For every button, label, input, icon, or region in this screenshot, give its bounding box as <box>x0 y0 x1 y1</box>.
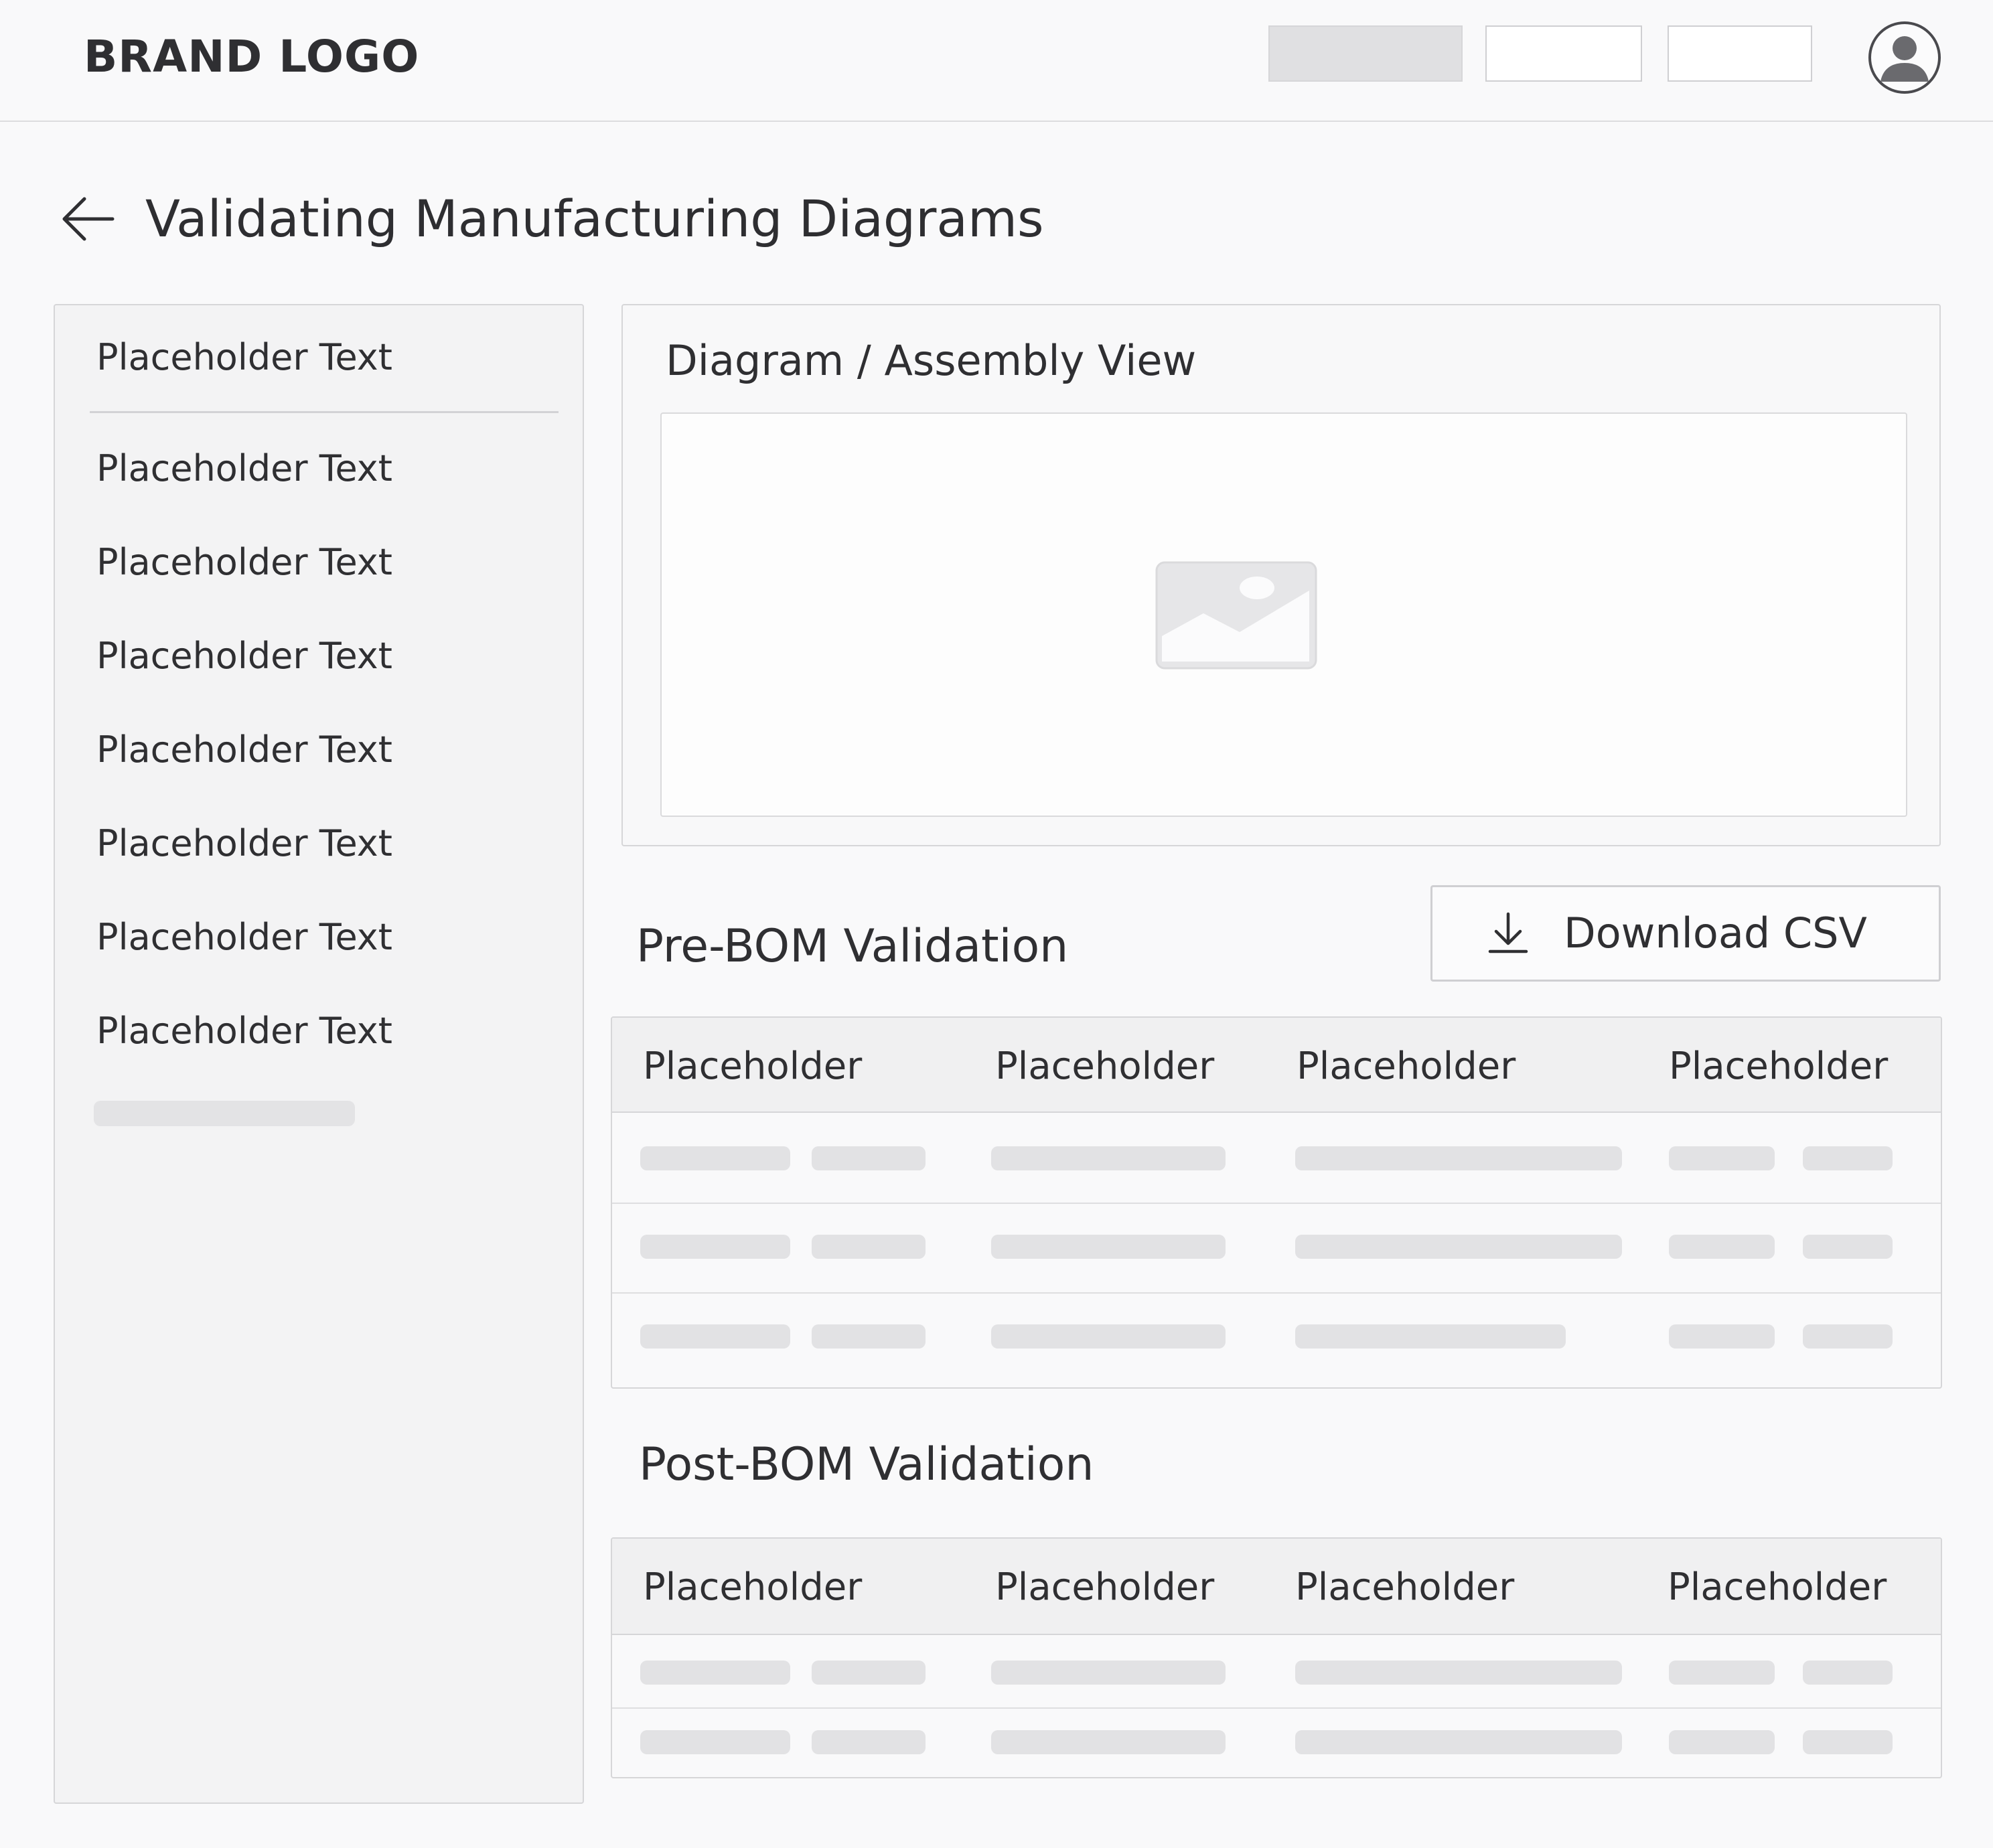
column-header-4[interactable]: Placeholder <box>1669 1045 1888 1088</box>
sidebar-divider <box>90 411 559 413</box>
user-avatar-icon[interactable] <box>1868 21 1941 94</box>
table-row[interactable] <box>612 1635 1941 1709</box>
sidebar-item-6[interactable]: Placeholder Text <box>96 822 392 864</box>
cell-skeleton <box>991 1324 1226 1349</box>
post-bom-title: Post-BOM Validation <box>639 1438 1094 1491</box>
brand-logo[interactable]: BRAND LOGO <box>84 31 419 82</box>
cell-skeleton <box>640 1235 790 1259</box>
diagram-panel: Diagram / Assembly View <box>621 304 1941 846</box>
cell-skeleton <box>991 1730 1226 1754</box>
cell-skeleton <box>1803 1324 1893 1349</box>
table-row[interactable] <box>612 1113 1941 1204</box>
cell-skeleton <box>991 1235 1226 1259</box>
cell-skeleton <box>640 1146 790 1170</box>
table-row[interactable] <box>612 1294 1941 1387</box>
table-header: Placeholder Placeholder Placeholder Plac… <box>612 1018 1941 1113</box>
cell-skeleton <box>1803 1235 1893 1259</box>
sidebar-item-3[interactable]: Placeholder Text <box>96 541 392 583</box>
column-header-1[interactable]: Placeholder <box>643 1045 862 1088</box>
cell-skeleton <box>1295 1324 1566 1349</box>
diagram-canvas[interactable] <box>660 412 1907 817</box>
column-header-3[interactable]: Placeholder <box>1297 1045 1516 1088</box>
top-bar: BRAND LOGO <box>0 0 1993 122</box>
column-header-1[interactable]: Placeholder <box>643 1565 862 1609</box>
cell-skeleton <box>1803 1730 1893 1754</box>
nav-button-3[interactable] <box>1668 25 1812 82</box>
sidebar-item-4[interactable]: Placeholder Text <box>96 635 392 677</box>
cell-skeleton <box>991 1146 1226 1170</box>
column-header-3[interactable]: Placeholder <box>1295 1565 1514 1609</box>
cell-skeleton <box>640 1730 790 1754</box>
cell-skeleton <box>812 1661 926 1685</box>
cell-skeleton <box>991 1661 1226 1685</box>
sidebar-item-5[interactable]: Placeholder Text <box>96 728 392 771</box>
download-icon <box>1486 911 1530 955</box>
page-title: Validating Manufacturing Diagrams <box>145 189 1044 248</box>
pre-bom-title: Pre-BOM Validation <box>636 920 1069 973</box>
table-header: Placeholder Placeholder Placeholder Plac… <box>612 1539 1941 1635</box>
download-csv-label: Download CSV <box>1564 909 1867 957</box>
cell-skeleton <box>1295 1235 1622 1259</box>
image-placeholder-icon <box>1155 561 1317 670</box>
cell-skeleton <box>812 1146 926 1170</box>
table-row[interactable] <box>612 1709 1941 1777</box>
cell-skeleton <box>1669 1730 1775 1754</box>
cell-skeleton <box>1669 1146 1775 1170</box>
column-header-2[interactable]: Placeholder <box>995 1565 1214 1609</box>
cell-skeleton <box>640 1324 790 1349</box>
cell-skeleton <box>1295 1146 1622 1170</box>
nav-button-1[interactable] <box>1268 25 1463 82</box>
cell-skeleton <box>1295 1661 1622 1685</box>
diagram-title: Diagram / Assembly View <box>666 336 1197 385</box>
column-header-4[interactable]: Placeholder <box>1668 1565 1887 1609</box>
post-bom-table: Placeholder Placeholder Placeholder Plac… <box>611 1537 1942 1778</box>
cell-skeleton <box>1295 1730 1622 1754</box>
cell-skeleton <box>1669 1235 1775 1259</box>
sidebar-item-2[interactable]: Placeholder Text <box>96 447 392 489</box>
pre-bom-table: Placeholder Placeholder Placeholder Plac… <box>611 1016 1942 1389</box>
cell-skeleton <box>1669 1661 1775 1685</box>
cell-skeleton <box>812 1235 926 1259</box>
nav-button-2[interactable] <box>1485 25 1642 82</box>
table-row[interactable] <box>612 1204 1941 1294</box>
cell-skeleton <box>1803 1661 1893 1685</box>
sidebar-skeleton <box>94 1101 355 1126</box>
sidebar: Placeholder Text Placeholder Text Placeh… <box>54 304 584 1804</box>
cell-skeleton <box>1803 1146 1893 1170</box>
cell-skeleton <box>812 1324 926 1349</box>
sidebar-item-8[interactable]: Placeholder Text <box>96 1010 392 1052</box>
sidebar-item-7[interactable]: Placeholder Text <box>96 916 392 958</box>
sidebar-item-1[interactable]: Placeholder Text <box>96 336 392 378</box>
cell-skeleton <box>640 1661 790 1685</box>
arrow-left-icon[interactable] <box>60 196 115 242</box>
column-header-2[interactable]: Placeholder <box>995 1045 1214 1088</box>
cell-skeleton <box>1669 1324 1775 1349</box>
cell-skeleton <box>812 1730 926 1754</box>
download-csv-button[interactable]: Download CSV <box>1430 885 1941 982</box>
